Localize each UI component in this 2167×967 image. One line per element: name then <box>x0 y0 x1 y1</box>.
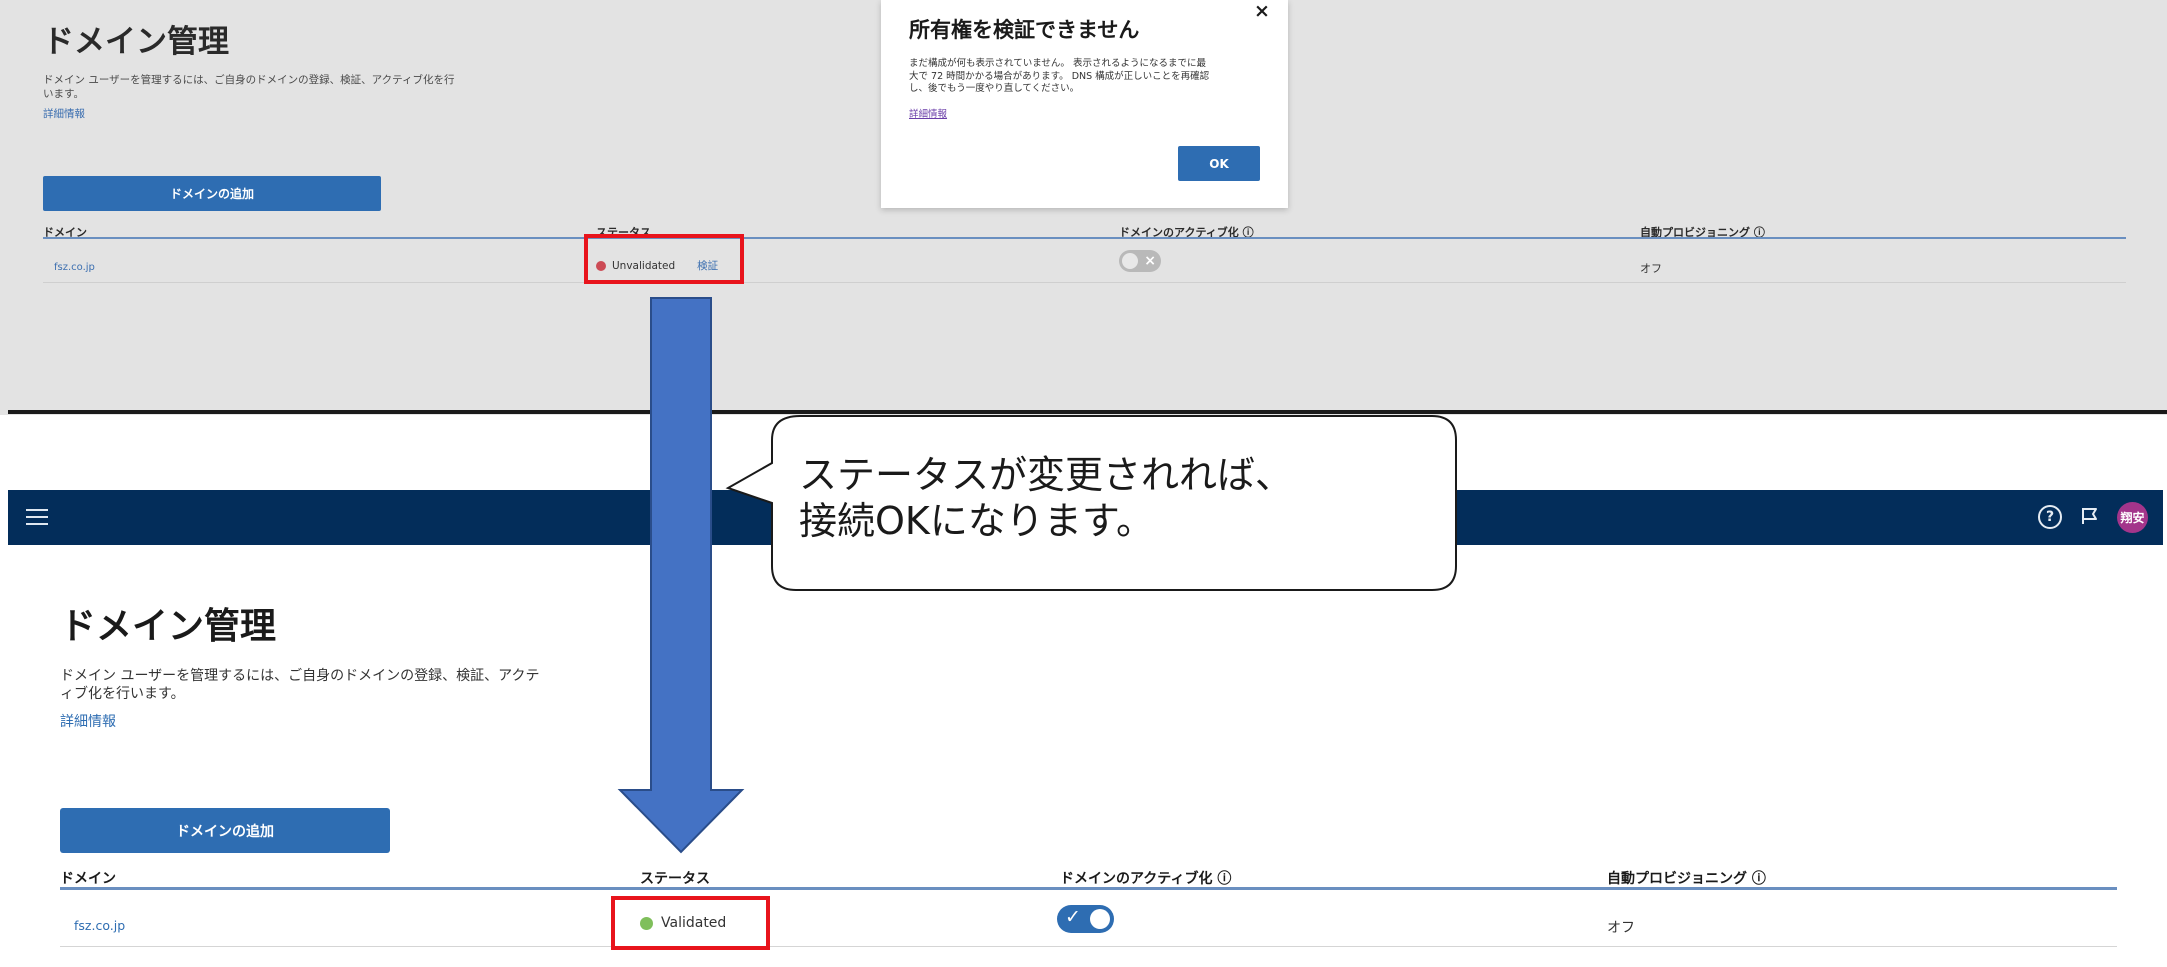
callout-line: 接続OKになります。 <box>799 499 1155 543</box>
callout-line: ステータスが変更されれば、 <box>799 453 1294 497</box>
callout-text: ステータスが変更されれば、 接続OKになります。 <box>799 452 1293 544</box>
down-arrow-icon <box>617 297 745 854</box>
